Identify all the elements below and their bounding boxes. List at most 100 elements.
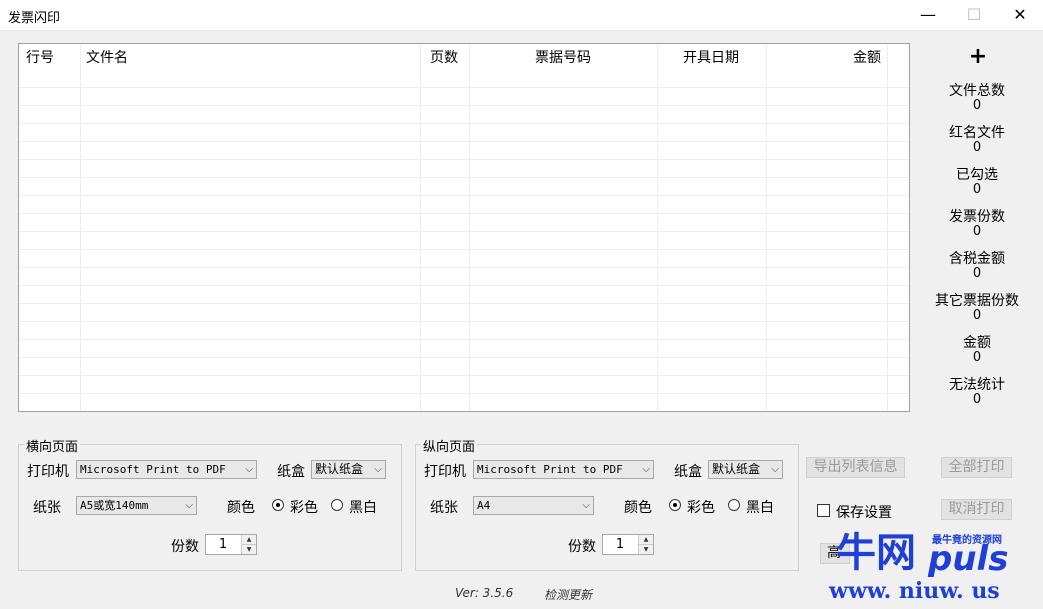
portrait-color-radio[interactable] xyxy=(669,499,681,511)
title-bar: 发票闪印 — ☐ ✕ xyxy=(0,0,1043,31)
landscape-copies-value[interactable]: 1 xyxy=(206,535,240,554)
column-header-invoice-number[interactable]: 票据号码 xyxy=(535,44,591,72)
stat-label: 其它票据份数 xyxy=(935,293,1019,309)
landscape-color-radio[interactable] xyxy=(272,499,284,511)
landscape-paper-value: A5或宽140mm xyxy=(80,499,149,512)
portrait-paper-label: 纸张 xyxy=(430,500,458,516)
stat-label: 含税金额 xyxy=(949,251,1005,267)
table-row[interactable] xyxy=(19,177,909,178)
column-divider xyxy=(766,44,767,411)
table-row[interactable] xyxy=(19,231,909,232)
close-button[interactable]: ✕ xyxy=(997,0,1043,30)
cancel-print-button[interactable]: 取消打印 xyxy=(941,499,1012,520)
landscape-paper-select[interactable]: A5或宽140mm ⌵ xyxy=(76,496,197,515)
portrait-printer-select[interactable]: Microsoft Print to PDF ⌵ xyxy=(473,460,654,479)
landscape-printer-label: 打印机 xyxy=(27,464,69,480)
portrait-bw-option[interactable]: 黑白 xyxy=(746,497,774,517)
table-row[interactable] xyxy=(19,267,909,268)
stat-value: 0 xyxy=(972,266,982,281)
landscape-tray-label: 纸盒 xyxy=(277,464,305,480)
column-header-amount[interactable]: 金额 xyxy=(853,44,881,72)
spin-up-icon[interactable]: ▲ xyxy=(639,535,653,545)
column-header-issue-date[interactable]: 开具日期 xyxy=(683,44,739,72)
table-row[interactable] xyxy=(19,357,909,358)
table-row[interactable] xyxy=(19,321,909,322)
stat-label: 金额 xyxy=(963,335,991,351)
spin-up-icon[interactable]: ▲ xyxy=(242,535,256,545)
watermark-url: www. niuw. us xyxy=(829,578,1000,604)
column-header-pages[interactable]: 页数 xyxy=(430,44,458,72)
spin-down-icon[interactable]: ▼ xyxy=(639,545,653,554)
portrait-printer-value: Microsoft Print to PDF xyxy=(477,463,623,476)
chevron-down-icon: ⌵ xyxy=(374,464,382,475)
stat-label: 无法统计 xyxy=(949,377,1005,393)
table-row[interactable] xyxy=(19,87,909,88)
landscape-paper-label: 纸张 xyxy=(33,500,61,516)
landscape-printer-select[interactable]: Microsoft Print to PDF ⌵ xyxy=(76,460,257,479)
table-row[interactable] xyxy=(19,339,909,340)
watermark-logo: 牛网 xyxy=(836,530,916,576)
column-header-filename[interactable]: 文件名 xyxy=(86,44,128,72)
add-file-icon[interactable]: + xyxy=(968,44,988,69)
watermark-puls: puls xyxy=(928,539,1009,579)
portrait-printer-label: 打印机 xyxy=(424,464,466,480)
stat-label: 文件总数 xyxy=(949,83,1005,99)
landscape-bw-option[interactable]: 黑白 xyxy=(349,497,377,517)
chevron-down-icon: ⌵ xyxy=(642,464,650,475)
landscape-printer-value: Microsoft Print to PDF xyxy=(80,463,226,476)
portrait-color-label: 颜色 xyxy=(624,500,652,516)
maximize-button[interactable]: ☐ xyxy=(951,0,997,30)
landscape-copies-stepper[interactable]: 1 ▲ ▼ xyxy=(205,534,257,555)
landscape-color-option[interactable]: 彩色 xyxy=(290,497,318,517)
landscape-bw-radio[interactable] xyxy=(331,499,343,511)
table-row[interactable] xyxy=(19,123,909,124)
table-row[interactable] xyxy=(19,195,909,196)
portrait-copies-value[interactable]: 1 xyxy=(603,535,637,554)
window-title: 发票闪印 xyxy=(8,11,61,26)
portrait-tray-select[interactable]: 默认纸盒 ⌵ xyxy=(708,460,783,479)
column-divider xyxy=(657,44,658,411)
portrait-color-option[interactable]: 彩色 xyxy=(687,497,715,517)
version-label: Ver: 3.5.6 xyxy=(455,586,514,600)
table-row[interactable] xyxy=(19,141,909,142)
stat-value: 0 xyxy=(972,350,982,365)
column-divider xyxy=(887,44,888,411)
print-all-button[interactable]: 全部打印 xyxy=(941,457,1012,478)
save-settings-checkbox[interactable] xyxy=(817,504,830,517)
stat-value: 0 xyxy=(972,392,982,407)
stat-value: 0 xyxy=(972,140,982,155)
spin-down-icon[interactable]: ▼ xyxy=(242,545,256,554)
table-row[interactable] xyxy=(19,285,909,286)
landscape-color-label: 颜色 xyxy=(227,500,255,516)
portrait-copies-stepper[interactable]: 1 ▲ ▼ xyxy=(602,534,654,555)
chevron-down-icon: ⌵ xyxy=(245,464,253,475)
export-list-button[interactable]: 导出列表信息 xyxy=(806,457,905,478)
stat-label: 已勾选 xyxy=(956,167,998,183)
chevron-down-icon: ⌵ xyxy=(771,464,779,475)
table-row[interactable] xyxy=(19,393,909,394)
file-table[interactable]: 行号 文件名 页数 票据号码 开具日期 金额 xyxy=(18,43,910,412)
column-divider xyxy=(80,44,81,411)
portrait-tray-value: 默认纸盒 xyxy=(712,462,761,476)
chevron-down-icon: ⌵ xyxy=(582,500,590,511)
stat-label: 红名文件 xyxy=(949,125,1005,141)
table-row[interactable] xyxy=(19,213,909,214)
table-row[interactable] xyxy=(19,375,909,376)
table-row[interactable] xyxy=(19,303,909,304)
column-divider xyxy=(469,44,470,411)
stat-value: 0 xyxy=(972,224,982,239)
landscape-tray-select[interactable]: 默认纸盒 ⌵ xyxy=(311,460,386,479)
column-divider xyxy=(420,44,421,411)
minimize-button[interactable]: — xyxy=(905,0,951,30)
portrait-paper-select[interactable]: A4 ⌵ xyxy=(473,496,594,515)
stat-label: 发票份数 xyxy=(949,209,1005,225)
save-settings-label[interactable]: 保存设置 xyxy=(836,502,892,522)
stat-value: 0 xyxy=(972,308,982,323)
column-header-row-number[interactable]: 行号 xyxy=(26,44,54,72)
portrait-bw-radio[interactable] xyxy=(728,499,740,511)
table-row[interactable] xyxy=(19,249,909,250)
landscape-legend: 横向页面 xyxy=(24,436,81,455)
table-row[interactable] xyxy=(19,105,909,106)
check-update-link[interactable]: 检测更新 xyxy=(544,586,592,603)
table-row[interactable] xyxy=(19,159,909,160)
